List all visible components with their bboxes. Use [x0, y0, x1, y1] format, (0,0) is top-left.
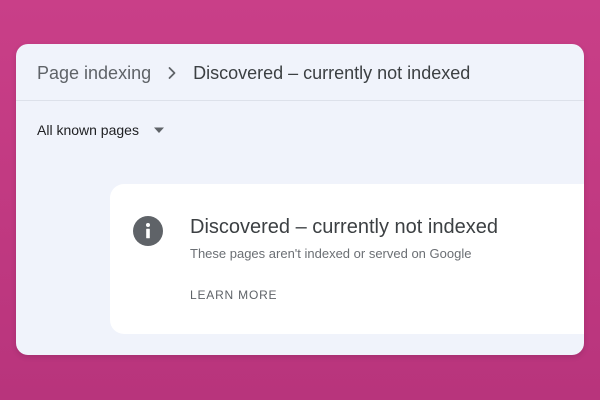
status-description: These pages aren't indexed or served on …	[190, 246, 472, 261]
status-title: Discovered – currently not indexed	[190, 216, 498, 238]
breadcrumb-page-indexing-link[interactable]: Page indexing	[37, 63, 151, 84]
chevron-right-icon	[168, 67, 176, 79]
dropdown-caret-icon	[153, 127, 164, 133]
filter-selected-value: All known pages	[37, 122, 139, 138]
breadcrumb: Page indexing Discovered – currently not…	[37, 60, 470, 86]
learn-more-button[interactable]: LEARN MORE	[190, 288, 277, 302]
info-icon	[133, 216, 163, 246]
pages-filter-dropdown[interactable]: All known pages	[37, 122, 165, 138]
breadcrumb-current-page: Discovered – currently not indexed	[193, 62, 471, 83]
status-card: Discovered – currently not indexed These…	[110, 184, 584, 334]
page-indexing-panel: Page indexing Discovered – currently not…	[16, 44, 584, 355]
header-divider	[16, 100, 584, 101]
